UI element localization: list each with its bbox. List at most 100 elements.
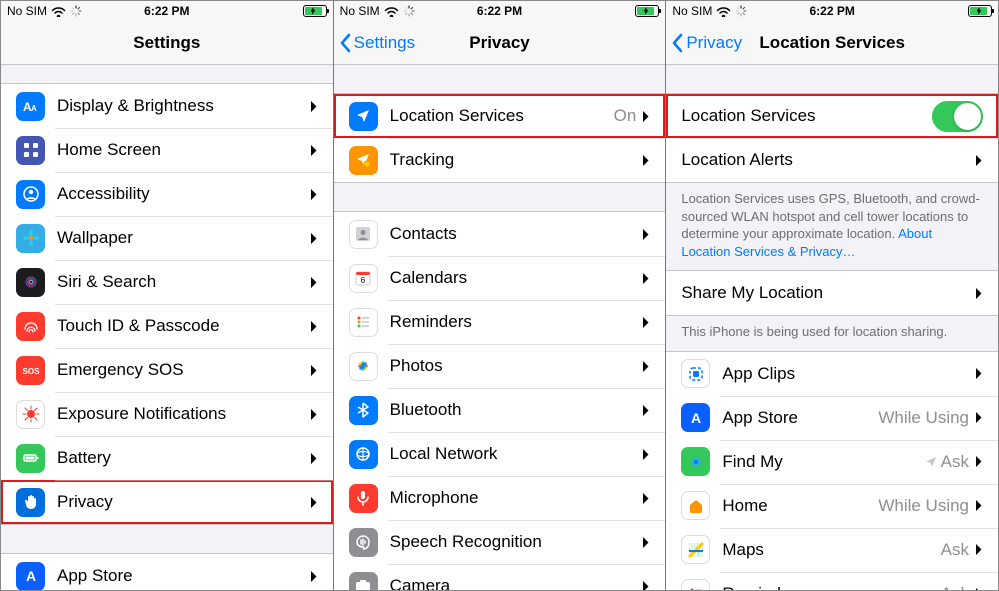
cell-detail: While Using [878, 496, 969, 516]
grid-icon [16, 136, 45, 165]
cell-appclips[interactable]: App Clips [666, 352, 998, 396]
cell-speech[interactable]: Speech Recognition [334, 520, 666, 564]
status-bar: No SIM 6:22 PM [1, 1, 333, 21]
chevron-right-icon [642, 154, 650, 167]
location-arrow-icon [925, 456, 937, 468]
cell-detail: While Using [878, 408, 969, 428]
cell-detail: Ask [941, 540, 969, 560]
back-label: Privacy [686, 33, 742, 53]
wifi-icon [51, 6, 66, 17]
cell-tracking[interactable]: Tracking [334, 138, 666, 182]
maps-icon [681, 535, 710, 564]
cell-contacts[interactable]: Contacts [334, 212, 666, 256]
cell-label: Photos [390, 356, 643, 376]
chevron-right-icon [310, 408, 318, 421]
page-title: Location Services [759, 33, 905, 53]
chevron-right-icon [310, 496, 318, 509]
about-link[interactable]: About Location Services & Privacy… [681, 226, 932, 259]
chevron-right-icon [975, 499, 983, 512]
tracking-icon [349, 146, 378, 175]
cell-label: Exposure Notifications [57, 404, 310, 424]
battery-icon [635, 5, 659, 17]
toggle-switch[interactable] [932, 101, 983, 132]
chevron-right-icon [642, 316, 650, 329]
chevron-right-icon [642, 110, 650, 123]
cell-photos[interactable]: Photos [334, 344, 666, 388]
privacy-screen: No SIM 6:22 PM Settings Privacy Location… [333, 1, 666, 590]
chevron-right-icon [310, 144, 318, 157]
chevron-right-icon [310, 320, 318, 333]
nav-bar: Privacy Location Services [666, 21, 998, 65]
chevron-right-icon [310, 570, 318, 583]
sos-icon [16, 356, 45, 385]
cell-label: Maps [722, 540, 940, 560]
home-icon [681, 491, 710, 520]
appstore-icon [681, 403, 710, 432]
chevron-right-icon [310, 100, 318, 113]
chevron-back-icon [340, 33, 352, 53]
cell-appstore2[interactable]: App StoreWhile Using [666, 396, 998, 440]
chevron-right-icon [310, 188, 318, 201]
carrier-label: No SIM [672, 4, 712, 18]
cell-home2[interactable]: HomeWhile Using [666, 484, 998, 528]
cell-ls-alerts[interactable]: Location Alerts [666, 138, 998, 182]
siri-icon [16, 268, 45, 297]
cell-calendars[interactable]: Calendars [334, 256, 666, 300]
settings-list[interactable]: Display & Brightness Home ScreenAccessibi… [1, 65, 333, 590]
cell-home[interactable]: Home Screen [1, 128, 333, 172]
cell-label: App Store [57, 566, 310, 586]
photos-icon [349, 352, 378, 381]
chevron-right-icon [975, 154, 983, 167]
clock: 6:22 PM [144, 4, 189, 18]
cell-wallpaper[interactable]: Wallpaper [1, 216, 333, 260]
cell-accessibility[interactable]: Accessibility [1, 172, 333, 216]
contacts-icon [349, 220, 378, 249]
cell-microphone[interactable]: Microphone [334, 476, 666, 520]
fingerprint-icon [16, 312, 45, 341]
network-icon [349, 440, 378, 469]
description-text: Location Services uses GPS, Bluetooth, a… [666, 183, 998, 270]
cell-privacy[interactable]: Privacy [1, 480, 333, 524]
battery-icon [968, 5, 992, 17]
chevron-right-icon [975, 455, 983, 468]
cell-label: App Clips [722, 364, 975, 384]
back-button[interactable]: Privacy [672, 33, 742, 53]
cell-label: Speech Recognition [390, 532, 643, 552]
privacy-list[interactable]: Location ServicesOnTracking ContactsCalen… [334, 65, 666, 590]
cell-battery[interactable]: Battery [1, 436, 333, 480]
cell-bluetooth[interactable]: Bluetooth [334, 388, 666, 432]
cell-appstore[interactable]: App Store [1, 554, 333, 590]
cell-exposure[interactable]: Exposure Notifications [1, 392, 333, 436]
cell-sos[interactable]: Emergency SOS [1, 348, 333, 392]
chevron-right-icon [642, 448, 650, 461]
chevron-right-icon [642, 272, 650, 285]
chevron-back-icon [672, 33, 684, 53]
back-label: Settings [354, 33, 415, 53]
cell-detail: Ask [925, 452, 969, 472]
cell-maps[interactable]: MapsAsk [666, 528, 998, 572]
chevron-right-icon [975, 287, 983, 300]
status-bar: No SIM 6:22 PM [334, 1, 666, 21]
chevron-right-icon [310, 276, 318, 289]
clock: 6:22 PM [809, 4, 854, 18]
cell-touchid[interactable]: Touch ID & Passcode [1, 304, 333, 348]
cell-display[interactable]: Display & Brightness [1, 84, 333, 128]
cell-label: Display & Brightness [57, 96, 310, 116]
cell-localnet[interactable]: Local Network [334, 432, 666, 476]
cell-reminders2[interactable]: RemindersAsk [666, 572, 998, 590]
person-icon [16, 180, 45, 209]
cell-label: Local Network [390, 444, 643, 464]
cell-siri[interactable]: Siri & Search [1, 260, 333, 304]
cell-findmy[interactable]: Find MyAsk [666, 440, 998, 484]
cell-ls-toggle[interactable]: Location Services [666, 94, 998, 138]
location-list[interactable]: Location Services Location Alerts Location… [666, 65, 998, 590]
chevron-right-icon [642, 404, 650, 417]
cell-reminders[interactable]: Reminders [334, 300, 666, 344]
cell-label: Location Services [681, 106, 932, 126]
cell-label: Location Alerts [681, 150, 975, 170]
cell-share[interactable]: Share My Location [666, 271, 998, 315]
cell-location[interactable]: Location ServicesOn [334, 94, 666, 138]
cell-camera[interactable]: Camera [334, 564, 666, 590]
back-button[interactable]: Settings [340, 33, 415, 53]
cell-detail: Ask [941, 584, 969, 590]
